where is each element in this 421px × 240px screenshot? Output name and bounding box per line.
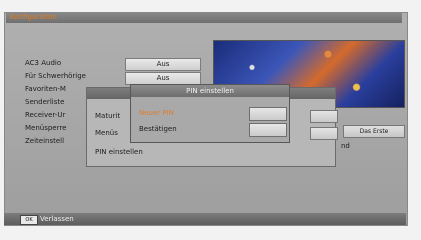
menu-title: Konfiguration	[10, 13, 57, 21]
footer-bar: OK Verlassen	[4, 213, 406, 225]
menu-item-ac3-audio[interactable]: AC3 Audio	[25, 59, 61, 68]
set-pin-dialog: PIN einstellen Neuer PIN Bestätigen	[130, 84, 290, 143]
parental-row-maturity[interactable]: Maturit	[95, 112, 120, 121]
ac3-audio-value[interactable]: Aus	[125, 58, 201, 71]
set-pin-dialog-header: PIN einstellen	[131, 85, 289, 97]
set-pin-dialog-title: PIN einstellen	[186, 87, 234, 95]
maturity-field[interactable]	[310, 110, 338, 123]
menu-item-receiver[interactable]: Receiver-Ur	[25, 111, 65, 120]
menu-item-hearing-impaired[interactable]: Für Schwerhörige	[25, 72, 86, 81]
menu-item-favourites[interactable]: Favoriten-M	[25, 85, 66, 94]
menu-title-bar: Konfiguration	[6, 12, 402, 23]
footer-hint: Verlassen	[40, 215, 74, 223]
menu-item-menu-lock[interactable]: Menüsperre	[25, 124, 66, 133]
parental-row-set-pin[interactable]: PIN einstellen	[95, 148, 143, 157]
background-text-fragment: nd	[341, 142, 350, 150]
menu-item-channel-list[interactable]: Senderliste	[25, 98, 64, 107]
new-pin-label: Neuer PIN	[139, 109, 174, 117]
new-pin-input[interactable]	[249, 107, 287, 121]
parental-row-menus[interactable]: Menüs	[95, 129, 118, 138]
confirm-pin-input[interactable]	[249, 123, 287, 137]
channel-tag: Das Erste	[343, 125, 405, 138]
ok-key-icon[interactable]: OK	[20, 215, 38, 225]
menus-field[interactable]	[310, 127, 338, 140]
menu-item-time-settings[interactable]: Zeiteinstell	[25, 137, 64, 146]
confirm-pin-label: Bestätigen	[139, 125, 177, 133]
